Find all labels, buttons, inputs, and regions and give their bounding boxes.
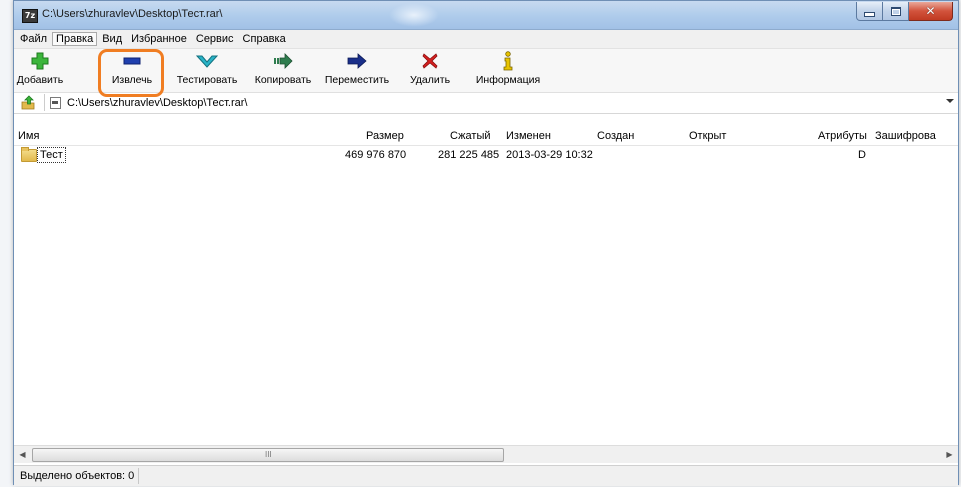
title-glow [389, 3, 439, 27]
address-path: C:\Users\zhuravlev\Desktop\Тест.rar\ [67, 96, 248, 109]
plus-icon [31, 50, 49, 72]
table-row[interactable]: Тест 469 976 870 281 225 485 2013-03-29 … [14, 147, 958, 164]
menu-view[interactable]: Вид [98, 32, 126, 46]
column-accessed[interactable]: Открыт [689, 130, 726, 142]
copy-button[interactable]: Копировать [250, 50, 316, 90]
horizontal-scrollbar[interactable]: ◀ III ▶ [14, 445, 958, 463]
minimize-button[interactable] [856, 2, 883, 21]
chevron-down-icon[interactable] [946, 99, 954, 103]
copy-label: Копировать [254, 74, 312, 86]
column-attributes[interactable]: Атрибуты [818, 130, 867, 142]
row-attributes: D [858, 149, 866, 161]
archive-file-icon [50, 96, 61, 109]
info-button[interactable]: Информация [472, 50, 544, 90]
status-divider [138, 468, 139, 484]
test-button[interactable]: Тестировать [175, 50, 239, 90]
move-label: Переместить [324, 74, 390, 86]
column-created[interactable]: Создан [597, 130, 634, 142]
maximize-icon [890, 6, 901, 16]
delete-label: Удалить [409, 74, 451, 86]
row-size: 469 976 870 [345, 149, 407, 161]
folder-icon [21, 147, 37, 162]
column-name[interactable]: Имя [18, 130, 39, 142]
menu-favorites[interactable]: Избранное [127, 32, 191, 46]
title-bar[interactable]: 7z C:\Users\zhuravlev\Desktop\Тест.rar\ … [14, 1, 958, 30]
checkmark-icon [196, 50, 218, 72]
copy-arrow-icon [273, 50, 293, 72]
address-field[interactable]: C:\Users\zhuravlev\Desktop\Тест.rar\ [44, 94, 958, 111]
close-icon: ✕ [925, 4, 936, 18]
scroll-grip: III [265, 450, 272, 459]
delete-x-icon [422, 50, 438, 72]
move-arrow-icon [347, 50, 367, 72]
minimize-icon [864, 11, 875, 17]
move-button[interactable]: Переместить [321, 50, 393, 90]
scroll-thumb[interactable]: III [32, 448, 504, 462]
app-icon: 7z [22, 9, 38, 23]
row-modified: 2013-03-29 10:32 [506, 149, 593, 161]
app-window: 7z C:\Users\zhuravlev\Desktop\Тест.rar\ … [13, 0, 959, 486]
column-header-row: Имя Размер Сжатый Изменен Создан Открыт … [14, 128, 958, 146]
menu-file[interactable]: Файл [16, 32, 51, 46]
window-title: C:\Users\zhuravlev\Desktop\Тест.rar\ [42, 8, 223, 20]
maximize-button[interactable] [883, 2, 909, 21]
folder-up-icon[interactable] [20, 95, 36, 111]
row-packed: 281 225 485 [438, 149, 500, 161]
delete-button[interactable]: Удалить [407, 50, 453, 90]
status-bar: Выделено объектов: 0 [14, 465, 958, 486]
column-modified[interactable]: Изменен [506, 130, 551, 142]
menu-tools[interactable]: Сервис [192, 32, 238, 46]
add-label: Добавить [16, 74, 64, 86]
close-button[interactable]: ✕ [909, 2, 953, 21]
column-packed[interactable]: Сжатый [450, 130, 491, 142]
window-controls: ✕ [856, 2, 953, 21]
row-name: Тест [37, 147, 66, 163]
info-icon [502, 50, 514, 72]
add-button[interactable]: Добавить [16, 50, 64, 90]
file-list[interactable]: Имя Размер Сжатый Изменен Создан Открыт … [14, 128, 958, 443]
selection-status: Выделено объектов: 0 [20, 470, 135, 482]
info-label: Информация [475, 74, 541, 86]
column-size[interactable]: Размер [366, 130, 404, 142]
scroll-left-icon[interactable]: ◀ [14, 446, 31, 463]
scroll-right-icon[interactable]: ▶ [941, 446, 958, 463]
menu-edit[interactable]: Правка [52, 32, 98, 46]
extract-highlight [98, 49, 164, 97]
menu-help[interactable]: Справка [239, 32, 290, 46]
test-label: Тестировать [176, 74, 238, 86]
menu-bar: Файл Правка Вид Избранное Сервис Справка [14, 30, 958, 49]
column-encrypted[interactable]: Зашифрова [875, 130, 936, 142]
